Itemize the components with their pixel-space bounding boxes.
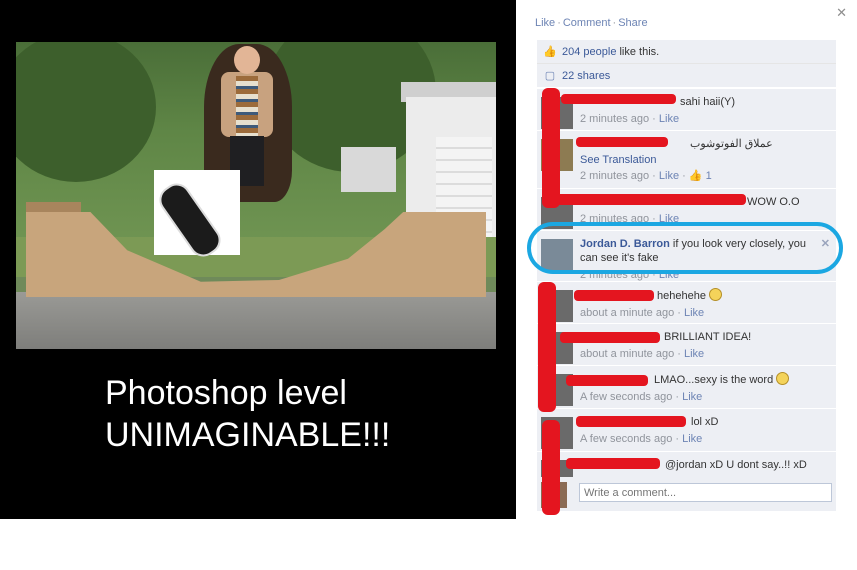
write-comment-row — [537, 477, 836, 511]
comment-item: LMAO...sexy is the word A few seconds ag… — [537, 365, 836, 408]
comment-time[interactable]: 2 minutes ago — [580, 113, 649, 125]
redaction-mark — [560, 332, 660, 343]
redaction-mark — [566, 375, 648, 386]
share-link[interactable]: Share — [618, 17, 647, 29]
comments-panel: ✕ Like · Comment · Share 👍 204 people like t… — [516, 0, 857, 519]
separator: · — [557, 17, 561, 29]
photo-boy-head — [234, 46, 260, 74]
close-icon[interactable]: ✕ — [836, 5, 847, 21]
like-link[interactable]: Like — [535, 17, 555, 29]
smiley-emoji-icon — [709, 288, 723, 301]
likes-row: 👍 204 people like this. — [537, 40, 836, 63]
redaction-mark — [556, 194, 746, 205]
comment-author[interactable]: Jordan D. Barron — [580, 238, 670, 250]
comment-like-link[interactable]: Like — [659, 269, 679, 281]
comment-like-link[interactable]: Like — [682, 433, 702, 445]
shares-count-link[interactable]: 22 shares — [562, 70, 610, 82]
comment-time[interactable]: about a minute ago — [580, 348, 674, 360]
caption-line-2: UNIMAGINABLE!!! — [105, 416, 391, 454]
comment-time[interactable]: 2 minutes ago — [580, 213, 649, 225]
likes-count-link[interactable]: 204 people — [562, 46, 616, 58]
redaction-mark — [576, 137, 668, 147]
likes-text: like this. — [619, 45, 660, 58]
redaction-mark — [561, 94, 676, 104]
separator: · — [612, 17, 617, 29]
comment-link[interactable]: Comment — [563, 17, 611, 29]
smiley-emoji-icon — [776, 372, 790, 385]
comment-item: hehehehe about a minute ago · Like — [537, 281, 836, 323]
comment-time[interactable]: 2 minutes ago — [580, 269, 649, 281]
comment-text: @jordan xD U dont say..!! xD — [665, 459, 807, 471]
comment-time[interactable]: 2 minutes ago — [580, 170, 649, 182]
comment-text: hehehehe — [657, 290, 706, 302]
comment-item: Jordan D. Barron if you look very closel… — [537, 230, 836, 281]
comment-like-link[interactable]: Like — [659, 213, 679, 225]
photo-road — [16, 292, 496, 349]
comment-time[interactable]: about a minute ago — [580, 307, 674, 319]
comment-item: BRILLIANT IDEA! about a minute ago · Lik… — [537, 323, 836, 365]
comment-item: lol xD A few seconds ago · Like — [537, 408, 836, 451]
remove-comment-icon[interactable]: ✕ — [821, 237, 830, 250]
see-translation-link[interactable]: See Translation — [580, 153, 818, 167]
thumbs-up-icon: 👍 — [543, 46, 557, 58]
comment-time[interactable]: A few seconds ago — [580, 391, 672, 403]
photo — [16, 42, 496, 349]
comment-likes-count[interactable]: 1 — [706, 170, 712, 182]
comment-text: sahi haii(Y) — [680, 96, 736, 108]
shares-row: ▢ 22 shares — [537, 63, 836, 87]
photo-distant-house — [341, 147, 396, 192]
redaction-mark — [538, 282, 556, 412]
redaction-mark — [542, 88, 560, 208]
comment-text: عملاق الفوتوشوب — [690, 138, 773, 150]
comment-like-link[interactable]: Like — [682, 391, 702, 403]
comment-like-link[interactable]: Like — [659, 170, 679, 182]
comment-like-link[interactable]: Like — [684, 348, 704, 360]
photo-viewer: Photoshop level UNIMAGINABLE!!! — [0, 0, 516, 519]
comment-time[interactable]: A few seconds ago — [580, 433, 672, 445]
thumbs-up-icon: 👍 — [688, 170, 703, 182]
comment-text: LMAO...sexy is the word — [654, 374, 774, 386]
redaction-mark — [566, 458, 660, 469]
photo-boy-shirt — [236, 76, 258, 136]
photo-caption: Photoshop level UNIMAGINABLE!!! — [105, 372, 505, 456]
ufi-summary: 👍 204 people like this. ▢ 22 shares — [537, 40, 836, 87]
avatar[interactable] — [541, 239, 573, 271]
caption-line-1: Photoshop level — [105, 374, 347, 412]
redaction-mark — [574, 290, 654, 301]
comment-like-link[interactable]: Like — [684, 307, 704, 319]
post-actions: Like · Comment · Share — [535, 17, 648, 29]
write-comment-input[interactable] — [579, 483, 832, 502]
redaction-mark — [576, 416, 686, 427]
comment-text: WOW O.O — [747, 196, 800, 208]
comment-like-link[interactable]: Like — [659, 113, 679, 125]
share-icon: ▢ — [544, 70, 556, 82]
redaction-mark — [542, 420, 560, 515]
comment-text: BRILLIANT IDEA! — [664, 331, 752, 343]
comment-text: lol xD — [691, 416, 719, 428]
